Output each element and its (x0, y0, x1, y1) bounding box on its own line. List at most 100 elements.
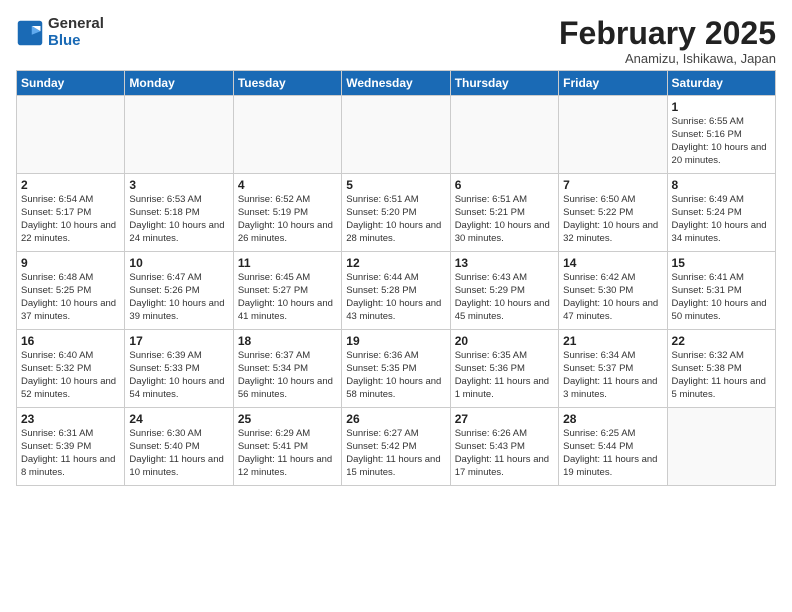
calendar-cell: 2 Sunrise: 6:54 AM Sunset: 5:17 PM Daylig… (17, 174, 125, 252)
calendar-cell: 8 Sunrise: 6:49 AM Sunset: 5:24 PM Daylig… (667, 174, 775, 252)
cell-info: Sunrise: 6:52 AM Sunset: 5:19 PM Dayligh… (238, 194, 337, 245)
day-number: 14 (563, 256, 662, 270)
day-number: 22 (672, 334, 771, 348)
calendar-cell: 23 Sunrise: 6:31 AM Sunset: 5:39 PM Dayli… (17, 408, 125, 486)
weekday-header-row: SundayMondayTuesdayWednesdayThursdayFrid… (17, 71, 776, 96)
day-number: 15 (672, 256, 771, 270)
cell-info: Sunrise: 6:54 AM Sunset: 5:17 PM Dayligh… (21, 194, 120, 245)
header: General Blue February 2025 Anamizu, Ishi… (16, 16, 776, 66)
cell-info: Sunrise: 6:29 AM Sunset: 5:41 PM Dayligh… (238, 428, 337, 479)
day-number: 9 (21, 256, 120, 270)
calendar-cell: 24Sunrise: 6:30 AM Sunset: 5:40 PM Dayli… (125, 408, 233, 486)
cell-info: Sunrise: 6:55 AM Sunset: 5:16 PM Dayligh… (672, 116, 771, 167)
cell-info: Sunrise: 6:43 AM Sunset: 5:29 PM Dayligh… (455, 272, 554, 323)
calendar-cell: 4 Sunrise: 6:52 AM Sunset: 5:19 PM Daylig… (233, 174, 341, 252)
day-number: 18 (238, 334, 337, 348)
day-number: 10 (129, 256, 228, 270)
calendar-cell (559, 96, 667, 174)
logo-general: General (48, 16, 104, 33)
cell-info: Sunrise: 6:26 AM Sunset: 5:43 PM Dayligh… (455, 428, 554, 479)
day-number: 23 (21, 412, 120, 426)
calendar-cell: 14 Sunrise: 6:42 AM Sunset: 5:30 PM Dayli… (559, 252, 667, 330)
calendar-cell: 20Sunrise: 6:35 AM Sunset: 5:36 PM Dayli… (450, 330, 558, 408)
cell-info: Sunrise: 6:36 AM Sunset: 5:35 PM Dayligh… (346, 350, 445, 401)
calendar-cell (342, 96, 450, 174)
day-number: 17 (129, 334, 228, 348)
logo-icon (16, 19, 44, 47)
day-number: 13 (455, 256, 554, 270)
calendar-cell: 25 Sunrise: 6:29 AM Sunset: 5:41 PM Dayli… (233, 408, 341, 486)
cell-info: Sunrise: 6:25 AM Sunset: 5:44 PM Dayligh… (563, 428, 662, 479)
calendar-cell: 1 Sunrise: 6:55 AM Sunset: 5:16 PM Daylig… (667, 96, 775, 174)
calendar-cell: 19 Sunrise: 6:36 AM Sunset: 5:35 PM Dayli… (342, 330, 450, 408)
day-number: 5 (346, 178, 445, 192)
cell-info: Sunrise: 6:45 AM Sunset: 5:27 PM Dayligh… (238, 272, 337, 323)
cell-info: Sunrise: 6:27 AM Sunset: 5:42 PM Dayligh… (346, 428, 445, 479)
calendar-cell: 27 Sunrise: 6:26 AM Sunset: 5:43 PM Dayli… (450, 408, 558, 486)
calendar-cell: 26 Sunrise: 6:27 AM Sunset: 5:42 PM Dayli… (342, 408, 450, 486)
cell-info: Sunrise: 6:50 AM Sunset: 5:22 PM Dayligh… (563, 194, 662, 245)
calendar-cell (125, 96, 233, 174)
calendar-cell: 7Sunrise: 6:50 AM Sunset: 5:22 PM Daylig… (559, 174, 667, 252)
calendar-cell: 22Sunrise: 6:32 AM Sunset: 5:38 PM Dayli… (667, 330, 775, 408)
week-row-4: 23 Sunrise: 6:31 AM Sunset: 5:39 PM Dayli… (17, 408, 776, 486)
cell-info: Sunrise: 6:48 AM Sunset: 5:25 PM Dayligh… (21, 272, 120, 323)
day-number: 21 (563, 334, 662, 348)
day-number: 28 (563, 412, 662, 426)
day-number: 8 (672, 178, 771, 192)
calendar-cell (17, 96, 125, 174)
weekday-header-wednesday: Wednesday (342, 71, 450, 96)
cell-info: Sunrise: 6:53 AM Sunset: 5:18 PM Dayligh… (129, 194, 228, 245)
subtitle: Anamizu, Ishikawa, Japan (559, 51, 776, 66)
calendar-cell: 9 Sunrise: 6:48 AM Sunset: 5:25 PM Daylig… (17, 252, 125, 330)
day-number: 3 (129, 178, 228, 192)
calendar-cell: 13 Sunrise: 6:43 AM Sunset: 5:29 PM Dayli… (450, 252, 558, 330)
cell-info: Sunrise: 6:42 AM Sunset: 5:30 PM Dayligh… (563, 272, 662, 323)
logo-blue: Blue (48, 33, 104, 50)
cell-info: Sunrise: 6:49 AM Sunset: 5:24 PM Dayligh… (672, 194, 771, 245)
calendar-table: SundayMondayTuesdayWednesdayThursdayFrid… (16, 70, 776, 486)
day-number: 12 (346, 256, 445, 270)
cell-info: Sunrise: 6:30 AM Sunset: 5:40 PM Dayligh… (129, 428, 228, 479)
day-number: 2 (21, 178, 120, 192)
week-row-2: 9 Sunrise: 6:48 AM Sunset: 5:25 PM Daylig… (17, 252, 776, 330)
day-number: 20 (455, 334, 554, 348)
logo: General Blue (16, 16, 104, 49)
day-number: 25 (238, 412, 337, 426)
calendar-cell (450, 96, 558, 174)
cell-info: Sunrise: 6:40 AM Sunset: 5:32 PM Dayligh… (21, 350, 120, 401)
calendar-cell: 18 Sunrise: 6:37 AM Sunset: 5:34 PM Dayli… (233, 330, 341, 408)
cell-info: Sunrise: 6:44 AM Sunset: 5:28 PM Dayligh… (346, 272, 445, 323)
calendar-cell: 17 Sunrise: 6:39 AM Sunset: 5:33 PM Dayli… (125, 330, 233, 408)
calendar-cell: 21 Sunrise: 6:34 AM Sunset: 5:37 PM Dayli… (559, 330, 667, 408)
cell-info: Sunrise: 6:51 AM Sunset: 5:20 PM Dayligh… (346, 194, 445, 245)
weekday-header-friday: Friday (559, 71, 667, 96)
logo-text: General Blue (48, 16, 104, 49)
calendar-cell: 5 Sunrise: 6:51 AM Sunset: 5:20 PM Daylig… (342, 174, 450, 252)
day-number: 16 (21, 334, 120, 348)
weekday-header-thursday: Thursday (450, 71, 558, 96)
calendar-cell: 10Sunrise: 6:47 AM Sunset: 5:26 PM Dayli… (125, 252, 233, 330)
cell-info: Sunrise: 6:31 AM Sunset: 5:39 PM Dayligh… (21, 428, 120, 479)
calendar-cell: 28 Sunrise: 6:25 AM Sunset: 5:44 PM Dayli… (559, 408, 667, 486)
week-row-0: 1 Sunrise: 6:55 AM Sunset: 5:16 PM Daylig… (17, 96, 776, 174)
day-number: 27 (455, 412, 554, 426)
cell-info: Sunrise: 6:51 AM Sunset: 5:21 PM Dayligh… (455, 194, 554, 245)
weekday-header-saturday: Saturday (667, 71, 775, 96)
day-number: 1 (672, 100, 771, 114)
day-number: 19 (346, 334, 445, 348)
calendar-cell: 15 Sunrise: 6:41 AM Sunset: 5:31 PM Dayli… (667, 252, 775, 330)
cell-info: Sunrise: 6:39 AM Sunset: 5:33 PM Dayligh… (129, 350, 228, 401)
main-title: February 2025 (559, 16, 776, 51)
calendar-cell: 16 Sunrise: 6:40 AM Sunset: 5:32 PM Dayli… (17, 330, 125, 408)
cell-info: Sunrise: 6:34 AM Sunset: 5:37 PM Dayligh… (563, 350, 662, 401)
day-number: 4 (238, 178, 337, 192)
week-row-3: 16 Sunrise: 6:40 AM Sunset: 5:32 PM Dayli… (17, 330, 776, 408)
cell-info: Sunrise: 6:41 AM Sunset: 5:31 PM Dayligh… (672, 272, 771, 323)
day-number: 26 (346, 412, 445, 426)
weekday-header-sunday: Sunday (17, 71, 125, 96)
calendar-cell (233, 96, 341, 174)
title-block: February 2025 Anamizu, Ishikawa, Japan (559, 16, 776, 66)
week-row-1: 2 Sunrise: 6:54 AM Sunset: 5:17 PM Daylig… (17, 174, 776, 252)
cell-info: Sunrise: 6:37 AM Sunset: 5:34 PM Dayligh… (238, 350, 337, 401)
